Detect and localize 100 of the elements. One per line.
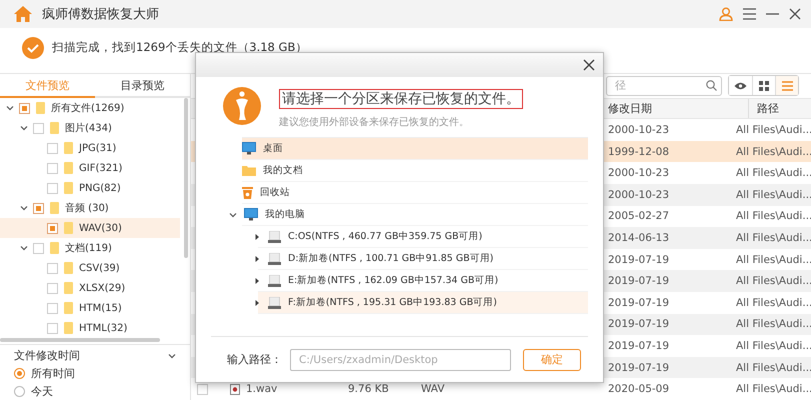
close-icon[interactable] xyxy=(789,8,801,20)
table-cell-text: All Files\Audi... xyxy=(735,123,811,138)
table-cell-text: 9.76 KB xyxy=(347,382,390,398)
table-cell-text: 2000-10-23 xyxy=(607,166,670,182)
monitor-icon xyxy=(244,208,258,221)
tree-item[interactable]: CSV(39) xyxy=(0,258,180,278)
checkbox[interactable] xyxy=(47,162,58,174)
tree-item[interactable]: PNG(82) xyxy=(0,178,180,198)
list-icon xyxy=(782,80,792,91)
folder-icon xyxy=(63,182,74,194)
table-cell-text: 2020-05-09 xyxy=(607,382,670,398)
table-cell-text: 2000-10-23 xyxy=(607,123,670,138)
table-cell-text: 2014-06-13 xyxy=(607,230,670,246)
drive-icon xyxy=(268,274,281,286)
checkbox[interactable] xyxy=(47,142,58,154)
scrollbar[interactable] xyxy=(184,98,188,258)
checkbox[interactable] xyxy=(47,182,58,194)
tree-item[interactable]: 图片(434) xyxy=(0,118,180,138)
table-cell-text: 2000-10-23 xyxy=(607,188,670,203)
table-cell-text: All Files\Audi... xyxy=(735,252,811,268)
logo-icon xyxy=(223,87,261,125)
eye-icon xyxy=(734,82,747,90)
checkbox[interactable] xyxy=(197,384,208,395)
location-item[interactable]: 桌面 xyxy=(242,138,588,160)
tree-item[interactable]: 所有文件(1269) xyxy=(0,98,180,118)
user-icon[interactable] xyxy=(719,7,733,21)
folder-icon xyxy=(63,282,74,294)
tree-item[interactable]: XLSX(29) xyxy=(0,278,180,298)
close-button[interactable] xyxy=(583,59,595,71)
radio-label: 所有时间 xyxy=(31,366,75,381)
checkbox[interactable] xyxy=(33,202,44,214)
table-cell-text: 2019-07-19 xyxy=(607,338,670,354)
checkbox[interactable] xyxy=(19,102,30,114)
drive-icon xyxy=(268,230,281,242)
search-icon xyxy=(706,80,717,92)
scrollbar[interactable] xyxy=(0,338,160,342)
caret-right-icon[interactable] xyxy=(253,276,261,284)
radio-button[interactable] xyxy=(14,368,25,379)
location-item[interactable]: 我的文档 xyxy=(242,160,588,182)
checkbox[interactable] xyxy=(47,262,58,274)
path-field[interactable]: C:/Users/zxadmin/Desktop xyxy=(290,348,511,370)
location-item[interactable]: F:新加卷(NTFS , 195.31 GB中193.83 GB可用) xyxy=(258,292,588,314)
column-header[interactable]: 路径 xyxy=(748,98,811,118)
table-cell-text: 2019-07-19 xyxy=(607,274,670,290)
location-item[interactable]: 回收站 xyxy=(242,182,588,204)
search-field[interactable]: 径 xyxy=(606,76,722,96)
chevron-down-icon[interactable] xyxy=(20,204,28,212)
checkbox[interactable] xyxy=(47,222,58,234)
table-cell-text: All Files\Audi... xyxy=(735,166,811,182)
menu-icon[interactable] xyxy=(743,8,756,20)
tree-item[interactable]: 文档(119) xyxy=(0,238,180,258)
location-item[interactable]: C:OS(NTFS , 460.77 GB中359.75 GB可用) xyxy=(258,226,588,248)
folder-icon xyxy=(63,222,74,234)
folder-icon xyxy=(49,202,60,214)
window-title: 疯师傅数据恢复大师 xyxy=(42,6,160,23)
minimize-icon[interactable] xyxy=(766,13,779,15)
column-header[interactable]: 修改日期 xyxy=(602,98,730,118)
table-cell: 1.wav xyxy=(246,383,278,396)
folder-icon xyxy=(63,322,74,334)
chevron-down-icon[interactable] xyxy=(6,104,14,112)
checkbox[interactable] xyxy=(33,122,44,134)
tree-item[interactable]: 音频 (30) xyxy=(0,198,180,218)
table-cell-text: 2019-07-19 xyxy=(607,252,670,268)
caret-down-icon[interactable] xyxy=(229,210,237,218)
tree-item[interactable]: GIF(321) xyxy=(0,158,180,178)
caret-right-icon[interactable] xyxy=(253,232,261,240)
table-cell-text: All Files\Audi... xyxy=(735,144,811,160)
chevron-down-icon[interactable] xyxy=(20,124,28,132)
tree-item[interactable]: HTML(32) xyxy=(0,318,180,338)
tree-item[interactable]: WAV(30) xyxy=(0,218,180,238)
folder-icon xyxy=(49,242,60,254)
table-cell-text: All Files\Audi... xyxy=(735,382,811,398)
location-item[interactable]: D:新加卷(NTFS , 100.71 GB中91.85 GB可用) xyxy=(258,248,588,270)
tree-item[interactable]: JPG(31) xyxy=(0,138,180,158)
table-cell-text: All Files\Audi... xyxy=(735,360,811,376)
folder-icon xyxy=(63,302,74,314)
chevron-down-icon[interactable] xyxy=(20,244,28,252)
grid-icon xyxy=(759,80,769,91)
radio-button[interactable] xyxy=(14,386,25,397)
tab[interactable]: 目录预览 xyxy=(95,74,190,98)
table-cell-text: 2019-07-19 xyxy=(607,360,670,376)
table-cell-text: All Files\Audi... xyxy=(735,230,811,246)
filter-title: 文件修改时间 xyxy=(14,348,80,363)
chevron-down-icon[interactable] xyxy=(168,352,176,360)
location-item[interactable]: 我的电脑 xyxy=(242,204,588,226)
table-cell-text: All Files\Audi... xyxy=(735,296,811,311)
table-cell-text: 2005-02-27 xyxy=(607,209,670,224)
home-icon xyxy=(14,6,32,22)
checkbox[interactable] xyxy=(47,282,58,294)
table-cell-text: All Files\Audi... xyxy=(735,317,811,332)
caret-right-icon[interactable] xyxy=(253,298,261,306)
checkbox[interactable] xyxy=(33,242,44,254)
radio-label: 今天 xyxy=(31,384,53,399)
checkbox[interactable] xyxy=(47,302,58,314)
tree-item[interactable]: HTM(15) xyxy=(0,298,180,318)
caret-right-icon[interactable] xyxy=(253,254,261,262)
table-cell-text: 1999-12-08 xyxy=(607,144,670,160)
drive-icon xyxy=(268,252,281,264)
checkbox[interactable] xyxy=(47,322,58,334)
folder-icon xyxy=(63,162,74,174)
